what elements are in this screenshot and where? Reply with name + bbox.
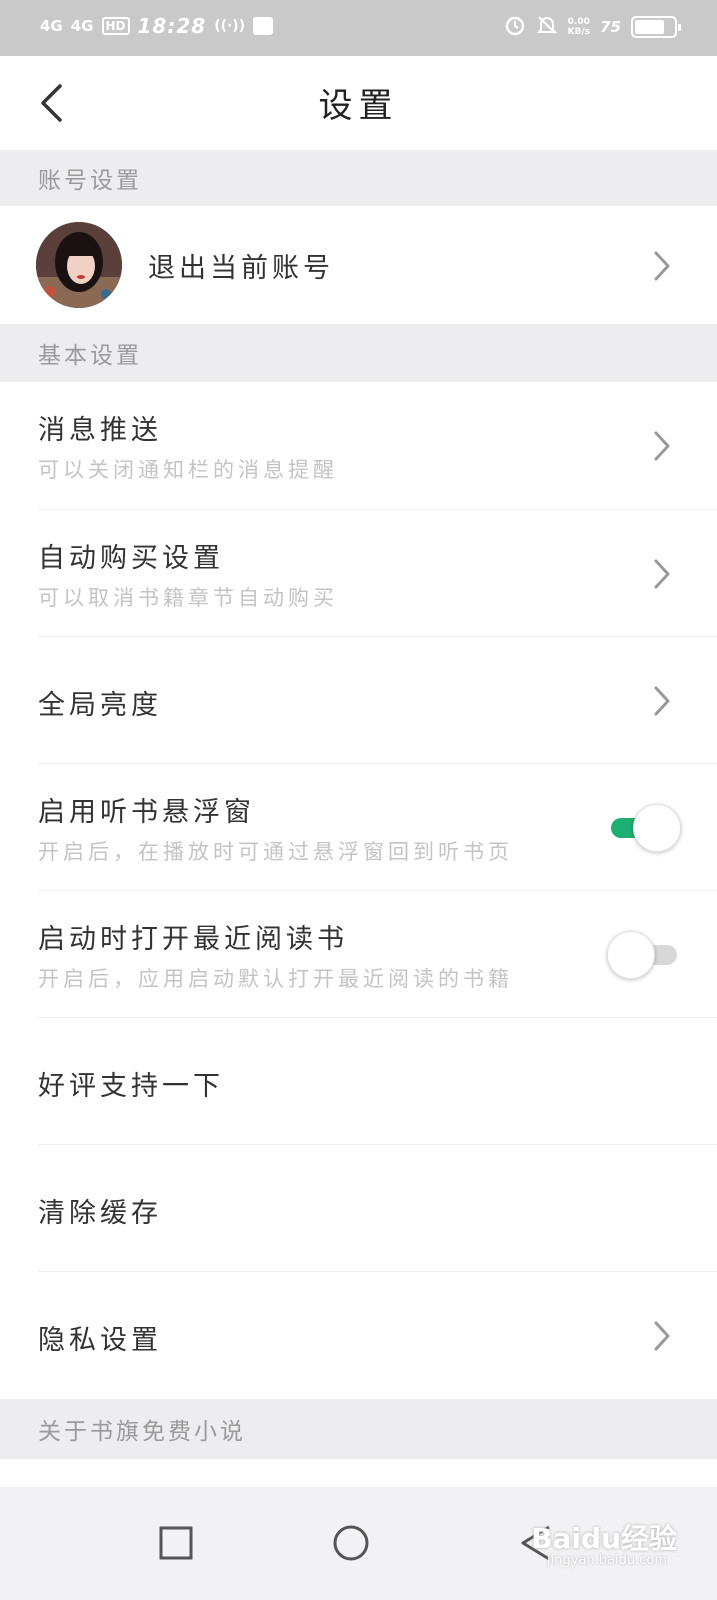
open-recent-toggle[interactable] <box>607 931 681 979</box>
float-window-title: 启用听书悬浮窗 <box>38 797 255 828</box>
alarm-icon <box>504 14 526 40</box>
clear-cache-row[interactable]: 清除缓存 <box>0 1145 717 1272</box>
nav-bar: 设置 <box>0 56 717 150</box>
battery-percent: 75 <box>600 18 621 36</box>
brightness-row[interactable]: 全局亮度 <box>0 637 717 764</box>
chevron-right-icon <box>654 431 670 461</box>
float-window-toggle[interactable] <box>607 804 681 852</box>
avatar <box>36 222 122 308</box>
logout-row[interactable]: 退出当前账号 <box>0 206 717 324</box>
page-title: 设置 <box>318 86 399 126</box>
section-header-about: 关于书旗免费小说 <box>0 1399 717 1459</box>
battery-icon <box>631 16 681 38</box>
privacy-title: 隐私设置 <box>38 1325 162 1356</box>
open-recent-row: 启动时打开最近阅读书 开启后，应用启动默认打开最近阅读的书籍 <box>0 891 717 1018</box>
rate-row[interactable]: 好评支持一下 <box>0 1018 717 1145</box>
recents-button[interactable] <box>156 1523 196 1563</box>
status-left: 4G 4G HD 18:28 ((·)) <box>40 14 274 38</box>
auto-buy-title: 自动购买设置 <box>38 543 224 574</box>
watermark-logo: Baidu经验 <box>531 1522 677 1555</box>
status-time: 18:28 <box>137 14 207 38</box>
chevron-right-icon <box>654 1321 670 1351</box>
brightness-title: 全局亮度 <box>38 690 162 721</box>
battery-fill <box>635 20 664 34</box>
section-header-basic: 基本设置 <box>0 324 717 382</box>
logout-label: 退出当前账号 <box>148 253 334 284</box>
network-indicator-2: 4G <box>70 17 94 35</box>
toggle-knob <box>633 804 681 852</box>
push-subtitle: 可以关闭通知栏的消息提醒 <box>38 458 338 482</box>
float-window-subtitle: 开启后，在播放时可通过悬浮窗回到听书页 <box>38 840 513 864</box>
chevron-right-icon <box>654 251 670 281</box>
watermark-url: jingyan.baidu.com <box>547 1553 667 1568</box>
notification-icon <box>253 17 274 35</box>
rate-title: 好评支持一下 <box>38 1071 224 1102</box>
home-button[interactable] <box>331 1523 371 1563</box>
section-header-account: 账号设置 <box>0 150 717 206</box>
vibrate-icon: ((·)) <box>214 18 246 34</box>
toggle-knob <box>607 931 655 979</box>
hd-indicator: HD <box>101 17 130 35</box>
push-row[interactable]: 消息推送 可以关闭通知栏的消息提醒 <box>0 382 717 510</box>
open-recent-subtitle: 开启后，应用启动默认打开最近阅读的书籍 <box>38 967 513 991</box>
push-title: 消息推送 <box>38 415 162 446</box>
status-right: 0.00 KB/s 75 <box>504 14 681 40</box>
system-nav-bar: Baidu经验 jingyan.baidu.com <box>0 1487 717 1600</box>
about-row-partial <box>0 1459 717 1487</box>
privacy-row[interactable]: 隐私设置 <box>0 1272 717 1399</box>
mute-icon <box>536 14 558 40</box>
auto-buy-row[interactable]: 自动购买设置 可以取消书籍章节自动购买 <box>0 510 717 637</box>
chevron-right-icon <box>654 686 670 716</box>
clear-cache-title: 清除缓存 <box>38 1198 162 1229</box>
float-window-row: 启用听书悬浮窗 开启后，在播放时可通过悬浮窗回到听书页 <box>0 764 717 891</box>
open-recent-title: 启动时打开最近阅读书 <box>38 924 348 955</box>
chevron-right-icon <box>654 559 670 589</box>
network-indicator-1: 4G <box>40 17 63 35</box>
network-speed: 0.00 KB/s <box>567 17 591 37</box>
status-bar: 4G 4G HD 18:28 ((·)) 0.00 KB/s 75 <box>0 0 717 56</box>
auto-buy-subtitle: 可以取消书籍章节自动购买 <box>38 586 338 610</box>
